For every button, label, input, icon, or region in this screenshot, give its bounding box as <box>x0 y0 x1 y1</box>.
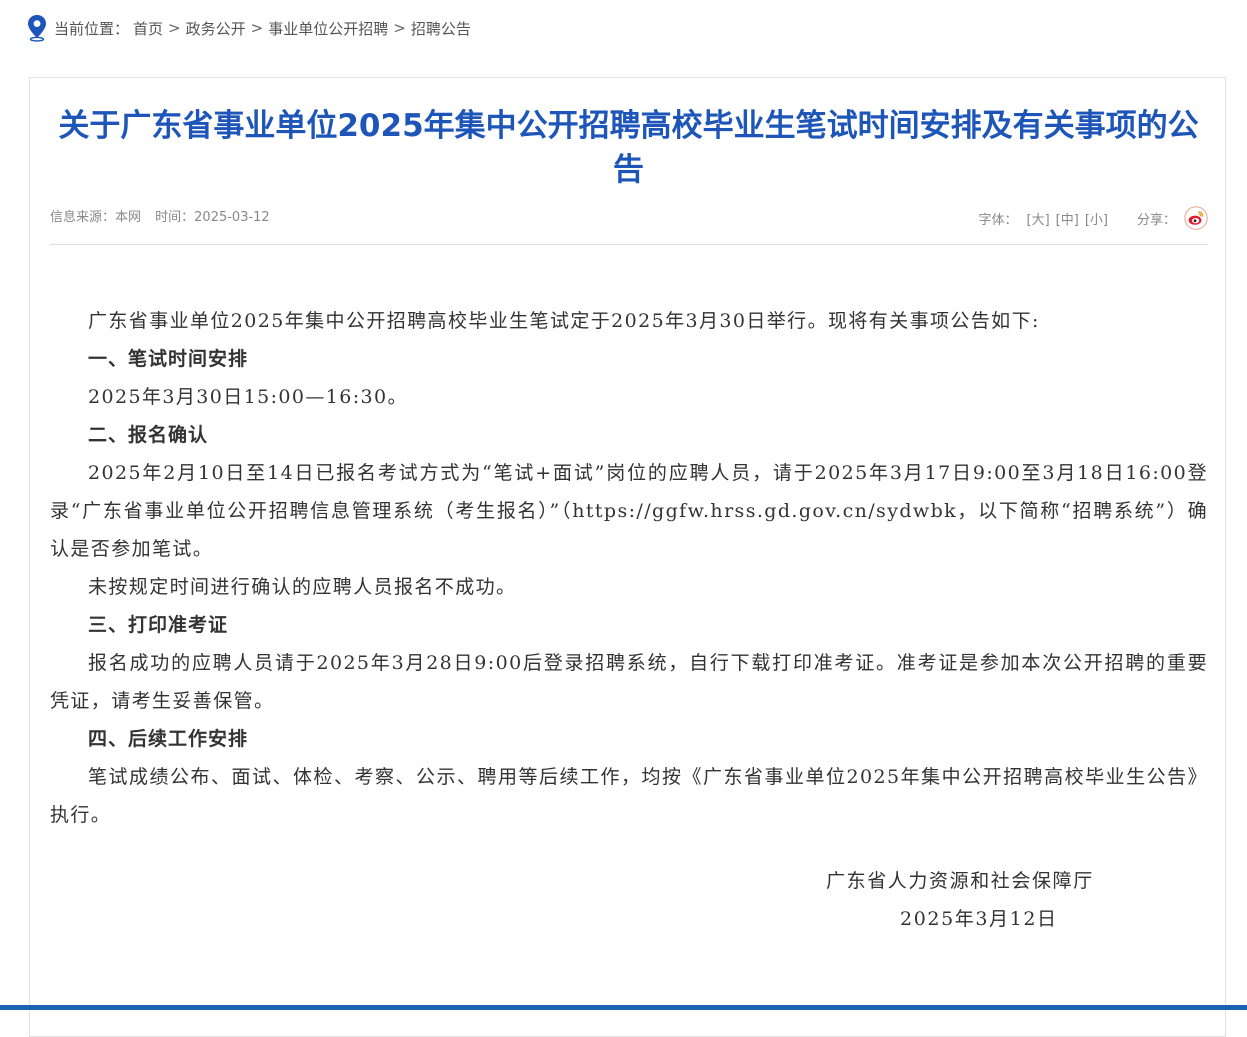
paragraph: 笔试成绩公布、面试、体检、考察、公示、聘用等后续工作，均按《广东省事业单位202… <box>50 766 1208 826</box>
article-title: 关于广东省事业单位2025年集中公开招聘高校毕业生笔试时间安排及有关事项的公告 <box>58 108 1199 188</box>
breadcrumb: 当前位置 ： 首页 > 政务公开 > 事业单位公开招聘 > 招聘公告 <box>26 14 471 42</box>
breadcrumb-institution-recruitment[interactable]: 事业单位公开招聘 <box>268 18 388 39</box>
breadcrumb-separator: > <box>168 19 181 37</box>
article-time: 时间：2025-03-12 <box>155 210 270 225</box>
paragraph: 未按规定时间进行确认的应聘人员报名不成功。 <box>88 576 517 598</box>
breadcrumb-recruitment-notice[interactable]: 招聘公告 <box>411 18 471 39</box>
font-size-label: 字体： <box>978 212 1018 228</box>
meta-divider <box>50 244 1208 245</box>
location-pin-icon <box>28 15 46 42</box>
section-heading: 四、后续工作安排 <box>88 728 249 750</box>
signature-org: 广东省人力资源和社会保障厅 <box>826 870 1094 892</box>
article-body: 广东省事业单位2025年集中公开招聘高校毕业生笔试定于2025年3月30日举行。… <box>50 302 1208 834</box>
font-size-medium-button[interactable]: [中] <box>1056 209 1079 228</box>
signature-date: 2025年3月12日 <box>900 908 1058 930</box>
section-heading: 二、报名确认 <box>88 424 209 446</box>
paragraph: 2025年3月30日15:00—16:30。 <box>88 386 408 408</box>
breadcrumb-separator: > <box>250 19 264 37</box>
paragraph: 2025年2月10日至14日已报名考试方式为“笔试+面试”岗位的应聘人员，请于2… <box>50 462 1208 560</box>
article-card: 关于广东省事业单位2025年集中公开招聘高校毕业生笔试时间安排及有关事项的公告 … <box>29 77 1226 1037</box>
font-size-small-button[interactable]: [小] <box>1085 209 1108 228</box>
breadcrumb-label: 当前位置 <box>54 19 115 38</box>
breadcrumb-colon: ： <box>114 19 130 38</box>
breadcrumb-separator: > <box>393 19 406 37</box>
paragraph: 报名成功的应聘人员请于2025年3月28日9:00后登录招聘系统，自行下载打印准… <box>50 652 1208 712</box>
weibo-icon[interactable] <box>1184 206 1208 230</box>
breadcrumb-home[interactable]: 首页 <box>133 18 163 39</box>
bottom-bar <box>0 1005 1247 1010</box>
font-size-large-button[interactable]: [大] <box>1027 209 1050 228</box>
article-source: 信息来源：本网 <box>50 210 142 225</box>
share-label: 分享： <box>1136 212 1176 228</box>
breadcrumb-gov-affairs[interactable]: 政务公开 <box>186 18 246 39</box>
paragraph: 广东省事业单位2025年集中公开招聘高校毕业生笔试定于2025年3月30日举行。… <box>88 310 1040 332</box>
article-meta: 信息来源：本网 时间：2025-03-12 字体： [大] [中] [小] 分享… <box>50 206 1208 236</box>
section-heading: 三、打印准考证 <box>88 614 229 636</box>
section-heading: 一、笔试时间安排 <box>88 348 249 370</box>
